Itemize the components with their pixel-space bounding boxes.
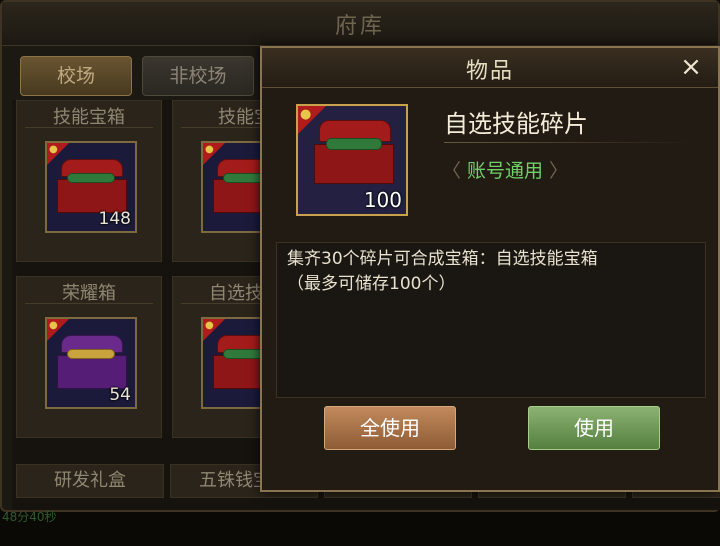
storehouse-header: 府库 — [2, 2, 718, 46]
item-thumbnail: ● 54 — [45, 317, 137, 409]
item-count: 148 — [98, 209, 131, 229]
modal-title: 物品 — [465, 59, 514, 84]
item-description: 集齐30个碎片可合成宝箱：自选技能宝箱 （最多可储存100个） — [287, 249, 598, 294]
left-bracket-icon: 〈 — [442, 160, 462, 182]
modal-header: 物品 × — [262, 48, 718, 88]
item-card-title: 荣耀箱 — [62, 283, 116, 304]
chest-icon — [314, 120, 396, 192]
divider — [25, 303, 153, 304]
tab-drill-ground[interactable]: 校场 — [20, 56, 132, 96]
divider — [25, 127, 153, 128]
item-card[interactable]: 荣耀箱 ● 54 — [16, 276, 162, 438]
item-icon: ● 100 — [296, 104, 408, 216]
item-thumbnail: ● 148 — [45, 141, 137, 233]
person-icon: ● — [300, 107, 312, 122]
person-icon: ● — [49, 144, 58, 155]
item-card[interactable]: 技能宝箱 ● 148 — [16, 100, 162, 262]
person-icon: ● — [205, 320, 214, 331]
bottom-item-label[interactable]: 研发礼盒 — [16, 464, 164, 498]
item-count: 54 — [109, 385, 131, 405]
account-shared-tag: 〈账号通用〉 — [442, 156, 568, 183]
footer-timer: 48分40秒 — [2, 510, 57, 524]
divider — [444, 142, 694, 143]
item-quantity: 100 — [363, 188, 402, 212]
use-all-button[interactable]: 全使用 — [324, 406, 456, 450]
use-button[interactable]: 使用 — [528, 406, 660, 450]
tab-non-drill-ground[interactable]: 非校场 — [142, 56, 254, 96]
footer-bar — [0, 512, 720, 546]
close-icon[interactable]: × — [676, 52, 706, 82]
item-detail-modal: 物品 × ● 100 自选技能碎片 〈账号通用〉 集齐30个碎片可合成宝箱：自选… — [260, 46, 720, 492]
item-description-box: 集齐30个碎片可合成宝箱：自选技能宝箱 （最多可储存100个） — [276, 242, 706, 398]
storehouse-title: 府库 — [334, 14, 385, 39]
item-card-title: 技能宝箱 — [53, 107, 125, 128]
item-name: 自选技能碎片 — [444, 110, 588, 138]
person-icon: ● — [205, 144, 214, 155]
right-bracket-icon: 〉 — [549, 160, 569, 182]
account-shared-label: 账号通用 — [467, 160, 544, 182]
person-icon: ● — [49, 320, 58, 331]
